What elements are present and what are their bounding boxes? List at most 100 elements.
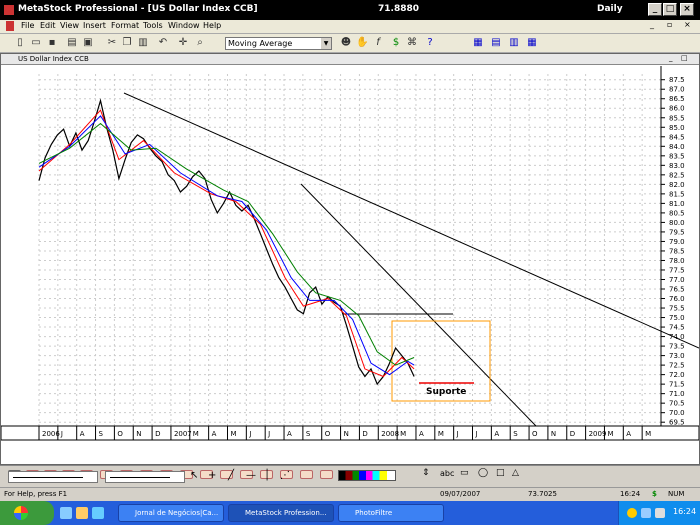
trend-lines: Suporte	[123, 92, 699, 427]
main-toolbar: ▯ ▭ ▪ ▤ ▣ ✂ ❐ ▥ ↶ ✛ ⌕ Moving Average ▼ ☻ …	[0, 34, 700, 53]
layout-icon-2[interactable]: ▤	[490, 37, 502, 49]
new-file-icon[interactable]: ▯	[14, 37, 26, 49]
menu-edit[interactable]: Edit	[40, 21, 56, 30]
binoculars-icon[interactable]: ⌘	[406, 37, 418, 49]
x-tick-label: J	[475, 430, 478, 438]
y-tick-label: 83.5	[669, 152, 685, 160]
y-tick-label: 71.0	[669, 390, 685, 398]
expert-advisor-icon[interactable]: ☻	[340, 37, 352, 49]
open-folder-icon[interactable]: ▭	[30, 37, 42, 49]
price-chart[interactable]: Suporte 87.5 87.086.5 86.085.5 85.084.5 84.0…	[1, 66, 699, 465]
cursor-date: 09/07/2007	[440, 490, 481, 498]
zoom-icon[interactable]: ⌕	[194, 37, 206, 49]
menu-bar: File Edit View Insert Format Tools Windo…	[0, 20, 700, 34]
minimize-button[interactable]: _	[648, 3, 662, 16]
taskbar: Jornal de Negócios|Ca... MetaStock Profe…	[0, 501, 700, 525]
paste-icon[interactable]: ▥	[137, 37, 149, 49]
y-tick-label: 74.5	[669, 324, 685, 332]
status-bar: For Help, press F1 09/07/2007 73.7025 16…	[0, 487, 700, 501]
x-tick-label: O	[117, 430, 123, 438]
menu-format[interactable]: Format	[111, 21, 139, 30]
y-tick-label: 87.0	[669, 86, 685, 94]
x-tick-label: A	[494, 430, 499, 438]
explorer-icon[interactable]: ✋	[356, 37, 368, 49]
y-tick-label: 85.5	[669, 114, 685, 122]
x-tick-label: O	[325, 430, 331, 438]
chart-maximize-button[interactable]: □	[681, 54, 688, 62]
undo-icon[interactable]: ↶	[157, 37, 169, 49]
chart-window: US Dollar Index CCB _ □ Suporte 87.5 87.0…	[0, 53, 700, 465]
x-tick-label: M	[645, 430, 651, 438]
trendline-tool-icon[interactable]: ╱	[228, 470, 234, 481]
menu-insert[interactable]: Insert	[83, 21, 106, 30]
vertical-line-icon[interactable]: │	[264, 470, 270, 481]
chart-minimize-button[interactable]: _	[669, 54, 673, 62]
tray-icon[interactable]	[655, 508, 665, 518]
x-tick-label: A	[80, 430, 85, 438]
quicklaunch-icon[interactable]	[92, 507, 104, 519]
y-tick-label: 84.5	[669, 133, 685, 141]
line-style-select[interactable]	[105, 471, 185, 483]
start-button[interactable]	[0, 501, 54, 525]
save-icon[interactable]: ▪	[46, 37, 58, 49]
y-tick-label: 70.5	[669, 400, 685, 408]
print-icon[interactable]: ▤	[66, 37, 78, 49]
horizontal-line-icon[interactable]: —	[246, 470, 256, 481]
line-width-select[interactable]	[8, 471, 98, 483]
x-axis: 2006 J A S O N D 2007 M A M J J A S O N D 2008 M A M J J A S O N D 20…	[1, 425, 699, 441]
menu-file[interactable]: File	[21, 21, 34, 30]
short-trendline	[300, 183, 537, 427]
help-pointer-icon[interactable]: ?	[424, 37, 436, 49]
x-tick-label: A	[212, 430, 217, 438]
last-price: 71.8880	[378, 4, 419, 14]
y-tick-label: 73.0	[669, 352, 685, 360]
x-tick-label: O	[532, 430, 538, 438]
support-annotation: Suporte	[426, 387, 466, 397]
quicklaunch-icon[interactable]	[60, 507, 72, 519]
y-tick-label: 85.0	[669, 124, 685, 132]
layout-icon-4[interactable]: ▦	[526, 37, 538, 49]
menu-view[interactable]: View	[60, 21, 79, 30]
pointer-tool-icon[interactable]: ↖	[190, 470, 198, 481]
tray-icon[interactable]	[627, 508, 637, 518]
y-tick-label: 73.5	[669, 343, 685, 351]
x-tick-label: J	[248, 430, 251, 438]
task-browser[interactable]: Jornal de Negócios|Ca...	[118, 504, 224, 522]
task-metastock[interactable]: MetaStock Profession...	[228, 504, 334, 522]
mdi-minimize-button[interactable]: _	[650, 20, 654, 29]
maximize-button[interactable]: □	[663, 3, 677, 16]
task-photofiltre[interactable]: PhotoFiltre	[338, 504, 444, 522]
mdi-close-button[interactable]: ×	[684, 20, 691, 29]
system-tester-icon[interactable]: $	[390, 37, 402, 49]
y-tick-label: 77.0	[669, 276, 685, 284]
crosshair-icon[interactable]: ✛	[177, 37, 189, 49]
chart-title: US Dollar Index CCB	[18, 55, 89, 63]
menu-help[interactable]: Help	[203, 21, 221, 30]
indicator-select[interactable]: Moving Average ▼	[225, 37, 332, 50]
quicklaunch-icon[interactable]	[76, 507, 88, 519]
x-tick-label: 2008	[381, 430, 399, 438]
mdi-restore-button[interactable]: ▫	[667, 20, 672, 29]
y-tick-label: 75.0	[669, 314, 685, 322]
crosshair-tool-icon[interactable]: +	[208, 470, 216, 481]
y-tick-label: 76.0	[669, 295, 685, 303]
x-tick-label: M	[400, 430, 406, 438]
y-tick-label: 74.0	[669, 333, 685, 341]
cut-icon[interactable]: ✂	[106, 37, 118, 49]
fibonacci-icon[interactable]: ⋰	[280, 470, 290, 481]
y-tick-label: 79.0	[669, 238, 685, 246]
menu-tools[interactable]: Tools	[143, 21, 163, 30]
num-lock-indicator: NUM	[668, 490, 685, 498]
formula-icon[interactable]: f	[372, 37, 384, 49]
layout-icon-3[interactable]: ▥	[508, 37, 520, 49]
tray-icon[interactable]	[641, 508, 651, 518]
y-tick-label: 83.0	[669, 162, 685, 170]
close-button[interactable]: ×	[680, 3, 694, 16]
print-preview-icon[interactable]: ▣	[82, 37, 94, 49]
menu-window[interactable]: Window	[168, 21, 200, 30]
copy-icon[interactable]: ❐	[121, 37, 133, 49]
layout-icon-1[interactable]: ▦	[472, 37, 484, 49]
x-tick-label: D	[155, 430, 160, 438]
x-tick-label: J	[456, 430, 459, 438]
cursor-value: 73.7025	[528, 490, 557, 498]
